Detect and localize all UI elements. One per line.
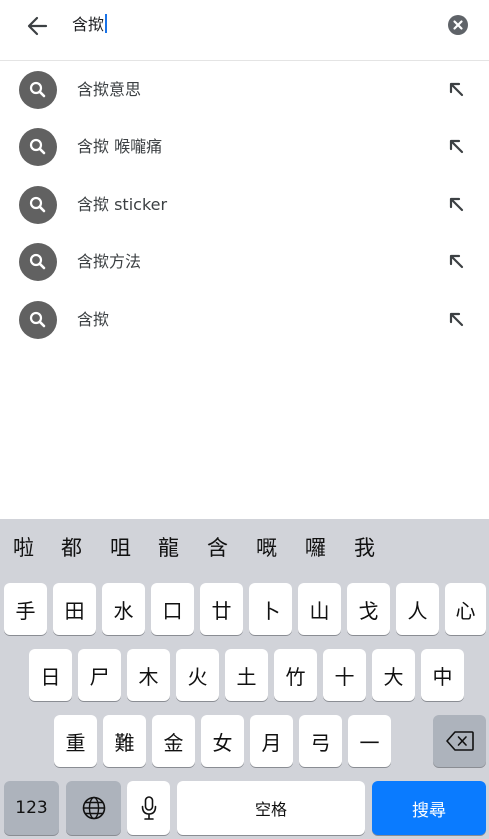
key[interactable]: 一 — [348, 715, 391, 767]
suggestion-text: 含揿 喉嚨痛 — [77, 137, 163, 157]
key[interactable]: 月 — [250, 715, 293, 767]
fill-query-arrow-icon[interactable] — [446, 79, 466, 99]
candidate-character[interactable]: 我 — [354, 533, 375, 563]
search-query-text: 含揿 — [72, 15, 105, 34]
key[interactable]: 廿 — [200, 583, 243, 635]
suggestion-item[interactable]: 含揿意思 — [0, 62, 489, 119]
cangjie-keyboard: 啦 都 咀 龍 含 嘅 囉 我 手 田 水 口 廿 卜 山 戈 人 心 日 尸 … — [0, 519, 489, 839]
delete-key[interactable] — [433, 715, 486, 767]
globe-icon — [81, 795, 107, 821]
dictation-key[interactable] — [127, 781, 170, 835]
microphone-icon — [140, 795, 158, 821]
key[interactable]: 人 — [396, 583, 439, 635]
key[interactable]: 女 — [201, 715, 244, 767]
backspace-icon — [445, 730, 475, 752]
key[interactable]: 田 — [53, 583, 96, 635]
globe-key[interactable] — [66, 781, 121, 835]
suggestion-text: 含揿 — [77, 309, 110, 329]
suggestion-item[interactable]: 含揿方法 — [0, 234, 489, 291]
candidate-character[interactable]: 龍 — [158, 533, 179, 563]
text-caret — [105, 14, 108, 33]
candidate-character[interactable]: 都 — [61, 533, 82, 563]
suggestion-item[interactable]: 含揿 — [0, 292, 489, 349]
suggestion-text: 含揿 sticker — [77, 194, 168, 214]
key[interactable]: 大 — [372, 649, 415, 701]
suggestion-text: 含揿方法 — [77, 252, 142, 272]
candidate-character[interactable]: 咀 — [110, 533, 131, 563]
candidate-character[interactable]: 啦 — [13, 533, 34, 563]
clear-icon[interactable] — [448, 15, 468, 35]
fill-query-arrow-icon[interactable] — [446, 309, 466, 329]
divider — [0, 60, 489, 61]
search-icon — [19, 71, 57, 109]
key[interactable]: 難 — [103, 715, 146, 767]
key[interactable]: 口 — [151, 583, 194, 635]
key[interactable]: 金 — [152, 715, 195, 767]
candidate-bar: 啦 都 咀 龍 含 嘅 囉 我 — [0, 519, 489, 579]
suggestion-text: 含揿意思 — [77, 80, 142, 99]
candidate-character[interactable]: 含 — [207, 533, 228, 563]
key[interactable]: 火 — [176, 649, 219, 701]
fill-query-arrow-icon[interactable] — [446, 136, 466, 156]
suggestion-list: 含揿意思 含揿 喉嚨痛 含揿 sticker 含揿方法 含揿 — [0, 62, 489, 349]
key[interactable]: 水 — [102, 583, 145, 635]
space-key[interactable]: 空格 — [177, 781, 365, 835]
key[interactable]: 卜 — [249, 583, 292, 635]
search-icon — [19, 243, 57, 282]
candidate-character[interactable]: 囉 — [305, 533, 326, 563]
search-icon — [19, 185, 57, 224]
key[interactable]: 重 — [54, 715, 97, 767]
suggestion-item[interactable]: 含揿 sticker — [0, 177, 489, 234]
fill-query-arrow-icon[interactable] — [446, 194, 466, 214]
key[interactable]: 手 — [4, 583, 47, 635]
search-icon — [19, 300, 57, 339]
key[interactable]: 山 — [298, 583, 341, 635]
key[interactable]: 弓 — [299, 715, 342, 767]
search-key[interactable]: 搜尋 — [372, 781, 486, 835]
search-input[interactable]: 含揿 — [72, 14, 108, 36]
suggestion-item[interactable]: 含揿 喉嚨痛 — [0, 119, 489, 176]
key[interactable]: 木 — [127, 649, 170, 701]
key[interactable]: 中 — [421, 649, 464, 701]
key[interactable]: 戈 — [347, 583, 390, 635]
back-arrow-icon[interactable] — [24, 12, 52, 40]
fill-query-arrow-icon[interactable] — [446, 251, 466, 271]
key[interactable]: 心 — [445, 583, 486, 635]
search-icon — [19, 128, 57, 167]
key[interactable]: 竹 — [274, 649, 317, 701]
key[interactable]: 日 — [29, 649, 72, 701]
numbers-key[interactable]: 123 — [4, 781, 59, 835]
key[interactable]: 尸 — [78, 649, 121, 701]
key[interactable]: 十 — [323, 649, 366, 701]
search-bar: 含揿 — [0, 0, 489, 60]
candidate-character[interactable]: 嘅 — [256, 533, 277, 563]
key[interactable]: 土 — [225, 649, 268, 701]
